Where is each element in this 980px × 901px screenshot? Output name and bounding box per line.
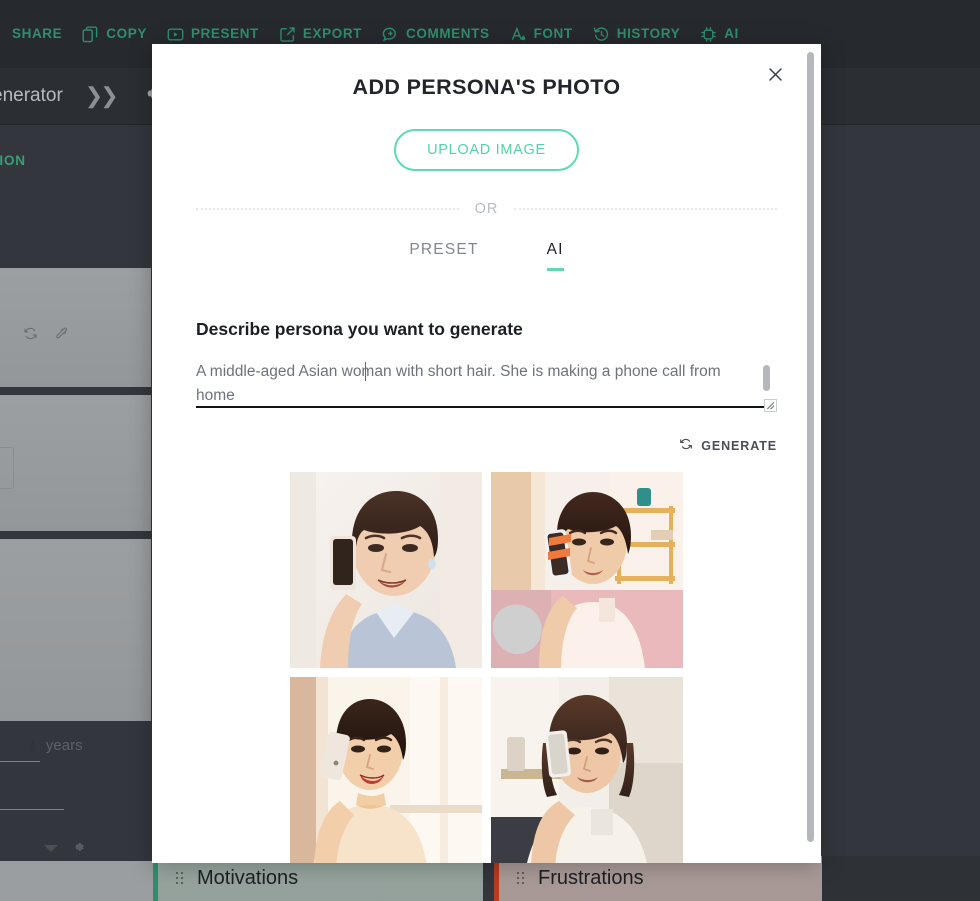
or-divider: OR	[196, 201, 777, 217]
resize-handle[interactable]	[764, 399, 777, 412]
result-thumbnail[interactable]	[491, 677, 683, 863]
expand-chevrons-icon[interactable]: ❯❯	[85, 83, 119, 109]
generate-label: GENERATE	[701, 438, 777, 453]
tab-ai[interactable]: AI	[546, 241, 564, 271]
ai-chip-icon	[700, 26, 717, 43]
persona-photo-card[interactable]	[0, 268, 151, 387]
refresh-icon	[679, 437, 693, 454]
export-icon	[279, 26, 296, 43]
age-unit-label: years	[45, 737, 83, 754]
section-frustrations-label: Frustrations	[538, 867, 644, 889]
toolbar-share-label: SHARE	[12, 26, 63, 42]
dialog-scrollbar[interactable]	[807, 52, 814, 842]
toolbar-share-button[interactable]: SHARE	[2, 21, 72, 47]
toolbar-copy-button[interactable]: COPY	[72, 20, 157, 49]
chevron-down-icon[interactable]	[44, 845, 58, 852]
history-icon	[593, 26, 610, 43]
toolbar-ai-label: AI	[724, 26, 739, 42]
left-content-panel: IPTION	[0, 125, 152, 901]
upload-image-button[interactable]: UPLOAD IMAGE	[394, 129, 579, 171]
generate-button[interactable]: GENERATE	[679, 437, 777, 454]
photo-card-tools	[0, 326, 151, 346]
toolbar-font-label: FONT	[533, 26, 573, 42]
toolbar-comments-label: COMMENTS	[406, 26, 490, 42]
result-thumbnail[interactable]	[290, 677, 482, 863]
describe-persona-label: Describe persona you want to generate	[196, 319, 523, 339]
strip-right-filler	[822, 856, 980, 901]
upload-section: UPLOAD IMAGE	[152, 129, 821, 171]
panel-divider	[0, 853, 153, 861]
toolbar-present-label: PRESENT	[190, 26, 259, 42]
or-label: OR	[474, 201, 499, 217]
eyedropper-icon[interactable]	[54, 326, 69, 346]
stepper-icon[interactable]: ▲ ▼	[28, 738, 37, 753]
toolbar-copy-label: COPY	[106, 26, 147, 42]
field-underline	[0, 809, 64, 810]
text-caret	[365, 362, 366, 381]
comments-icon	[382, 26, 399, 43]
generate-row: GENERATE	[152, 437, 777, 454]
field-underline	[0, 761, 40, 762]
add-persona-photo-dialog: ADD PERSONA'S PHOTO UPLOAD IMAGE OR PRES…	[152, 44, 821, 863]
toolbar-history-label: HISTORY	[616, 26, 681, 42]
result-thumbnail[interactable]	[491, 472, 683, 668]
field-placeholder-box	[0, 447, 14, 489]
font-icon	[510, 26, 527, 43]
age-field-row[interactable]: ▲ ▼ years	[0, 737, 151, 754]
result-thumbnail[interactable]	[290, 472, 482, 668]
panel-divider	[0, 387, 151, 395]
toolbar-export-label: EXPORT	[302, 26, 363, 42]
strip-left-filler	[0, 856, 153, 901]
copy-icon	[82, 26, 99, 43]
close-icon[interactable]	[762, 61, 788, 87]
source-tabs: PRESET AI	[152, 241, 821, 271]
prompt-field-wrapper	[196, 360, 777, 413]
divider-line-left	[196, 208, 459, 210]
persona-fields-card[interactable]	[0, 395, 151, 531]
drag-handle-icon[interactable]	[176, 872, 184, 885]
section-description-label: IPTION	[0, 153, 26, 168]
divider-line-right	[514, 208, 777, 210]
generated-results-grid	[290, 472, 683, 863]
panel-divider	[0, 531, 151, 539]
prompt-scrollbar[interactable]	[763, 365, 770, 391]
section-motivations-label: Motivations	[197, 867, 299, 889]
refresh-icon[interactable]	[23, 326, 38, 346]
present-icon	[167, 26, 184, 43]
persona-meta-card[interactable]: ▲ ▼ years	[0, 539, 151, 870]
dialog-title: ADD PERSONA'S PHOTO	[352, 75, 621, 99]
prompt-input[interactable]	[196, 360, 777, 408]
drag-handle-icon[interactable]	[517, 872, 525, 885]
document-title: enerator	[0, 85, 63, 106]
tab-preset[interactable]: PRESET	[409, 241, 478, 271]
